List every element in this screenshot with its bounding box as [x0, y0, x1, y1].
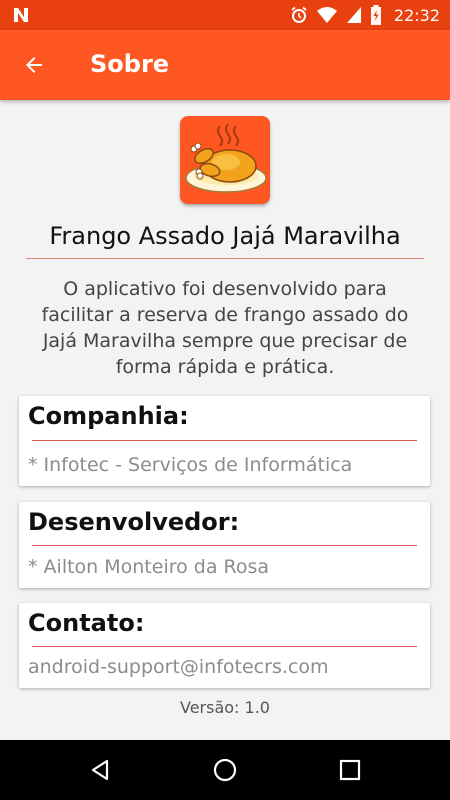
version-text: Versão: 1.0	[180, 698, 270, 717]
status-bar: 22:32	[0, 0, 450, 30]
contact-email-link[interactable]: android-support@infotecrs.com	[28, 656, 328, 678]
arrow-back-icon	[26, 57, 42, 73]
developer-card: Desenvolvedor: * Ailton Monteiro da Rosa	[19, 502, 430, 588]
navigation-bar	[0, 740, 450, 800]
alarm-icon	[291, 6, 307, 23]
developer-divider	[32, 545, 417, 546]
company-label: Companhia:	[28, 402, 189, 430]
nav-recents-button[interactable]	[335, 755, 365, 785]
toolbar: Sobre	[0, 30, 450, 100]
circle-home-icon	[213, 758, 237, 782]
roast-chicken-icon	[185, 123, 267, 193]
triangle-back-icon	[91, 759, 109, 781]
square-recents-icon	[339, 759, 361, 781]
divider	[26, 258, 424, 259]
company-divider	[32, 440, 417, 441]
app-logo	[180, 116, 270, 204]
developer-label: Desenvolvedor:	[28, 508, 240, 536]
status-time: 22:32	[393, 5, 440, 25]
signal-icon	[346, 7, 361, 23]
app-name: Frango Assado Jajá Maravilha	[49, 222, 401, 250]
back-button[interactable]	[14, 47, 54, 83]
app-description: O aplicativo foi desenvolvido para facil…	[41, 278, 409, 378]
company-card: Companhia: * Infotec - Serviços de Infor…	[19, 396, 430, 486]
contact-card: Contato: android-support@infotecrs.com	[19, 603, 430, 688]
contact-label: Contato:	[28, 609, 145, 637]
contact-divider	[32, 646, 417, 647]
toolbar-title: Sobre	[90, 50, 170, 78]
nav-home-button[interactable]	[210, 755, 240, 785]
wifi-icon	[316, 7, 337, 23]
company-value: * Infotec - Serviços de Informática	[28, 454, 353, 476]
nav-back-button[interactable]	[85, 755, 115, 785]
developer-value: * Ailton Monteiro da Rosa	[28, 556, 270, 578]
notification-n-icon	[14, 8, 28, 22]
battery-charging-icon	[370, 5, 381, 25]
